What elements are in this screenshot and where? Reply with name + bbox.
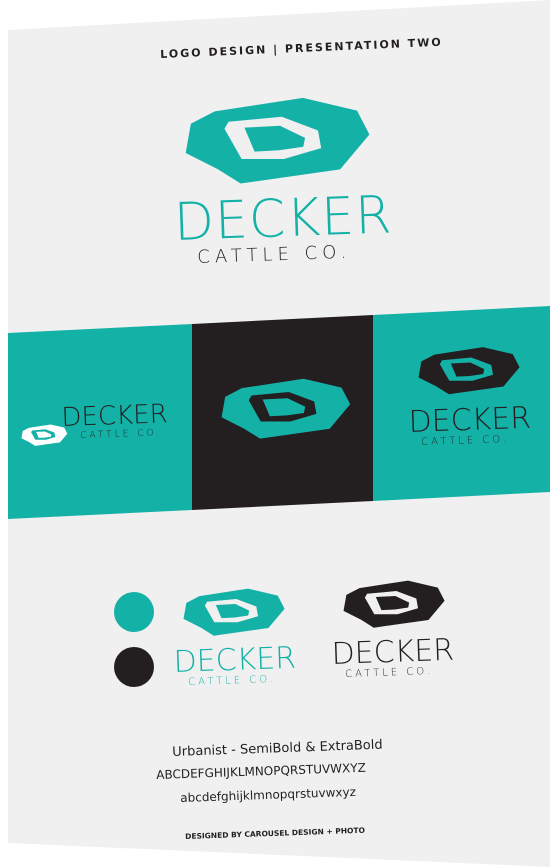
black-logo-mark [343, 580, 445, 628]
teal-logo-name: DECKER [173, 640, 297, 680]
panel2-logo-mark [221, 378, 351, 439]
teal-logo-mark [183, 588, 285, 636]
black-logo-name: DECKER [331, 632, 455, 672]
panel3-logo-mark [418, 347, 520, 395]
presentation-sheet: LOGO DESIGN | PRESENTATION TWO DECKER CA… [0, 0, 550, 867]
color-swatch-dark [114, 647, 154, 687]
panel3-logo-name: DECKER [408, 400, 532, 440]
color-swatch-teal [114, 592, 154, 632]
